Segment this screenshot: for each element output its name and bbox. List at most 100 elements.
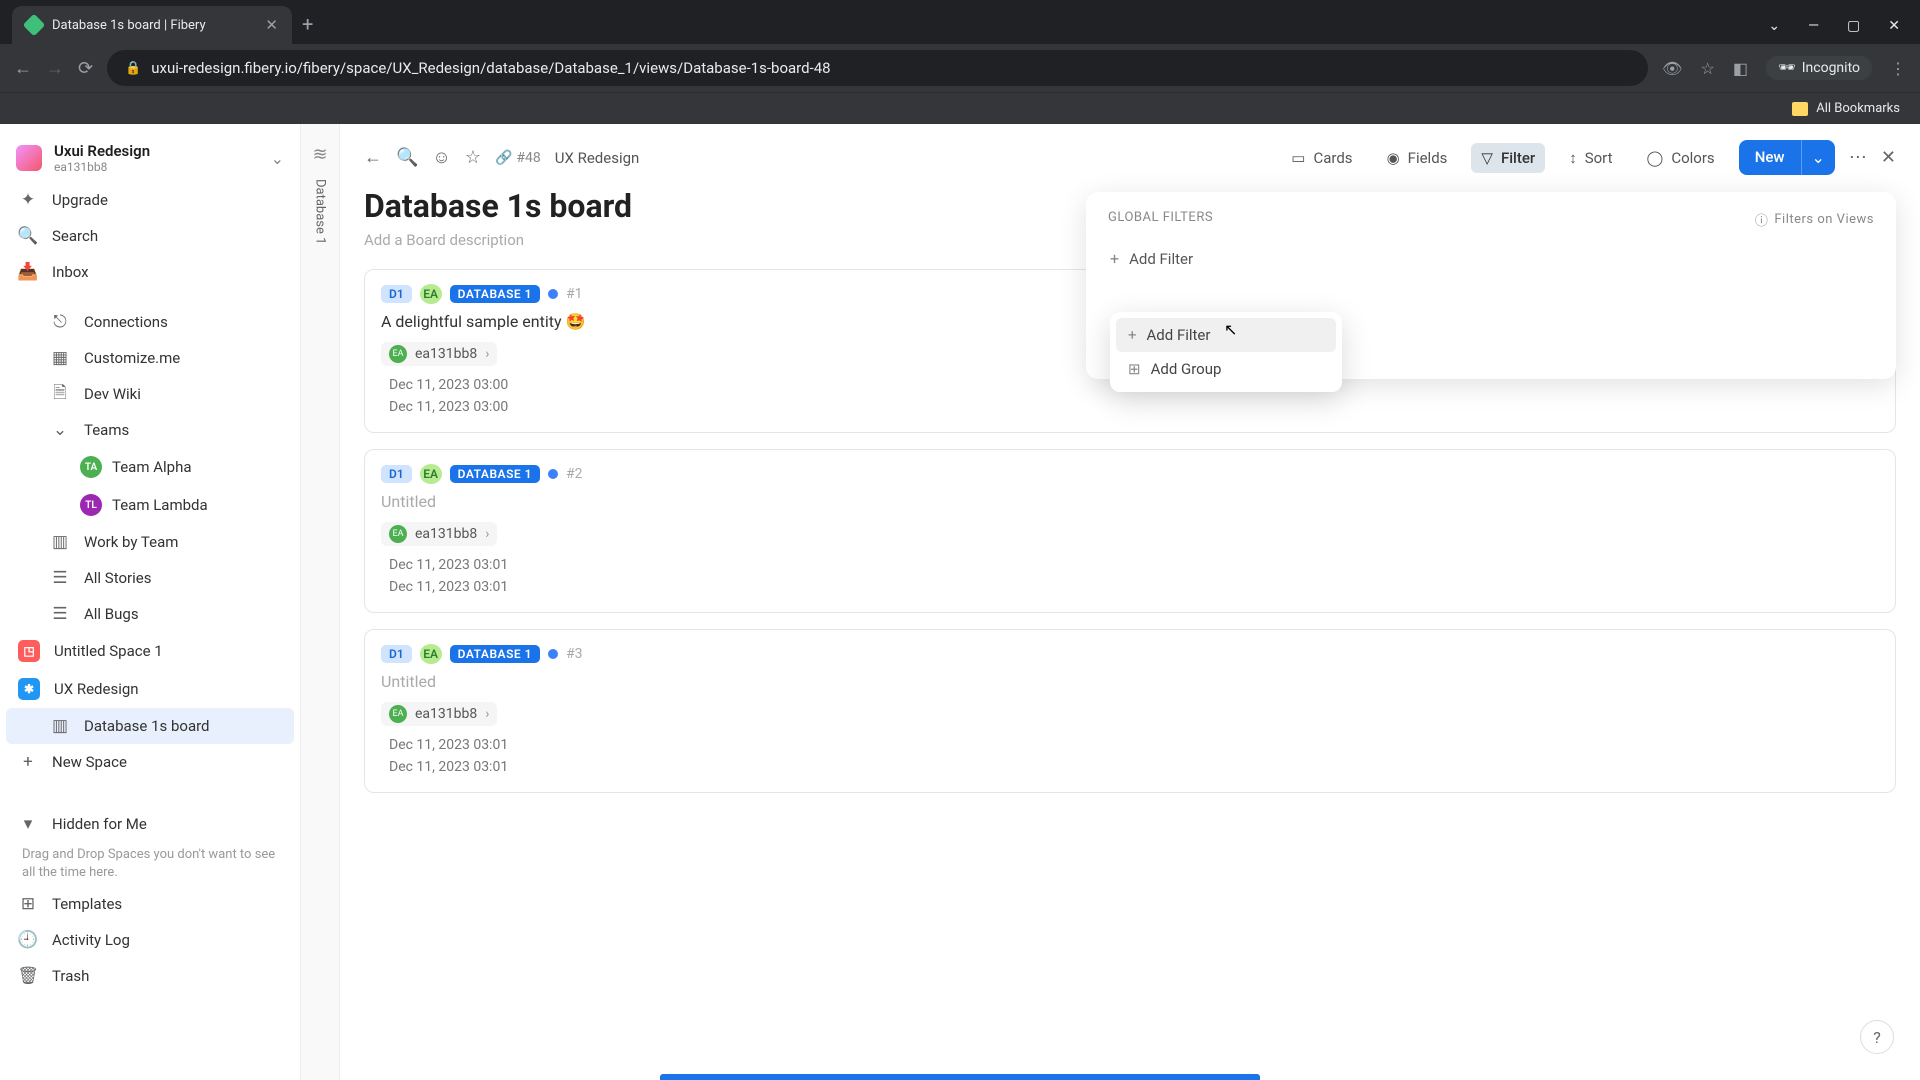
sidebar-db1-board[interactable]: ▥Database 1s board	[6, 708, 294, 744]
browser-tab[interactable]: Database 1s board | Fibery ✕	[12, 6, 292, 44]
new-button[interactable]: New	[1739, 140, 1801, 175]
dropdown-icon[interactable]: ⌄	[1768, 18, 1780, 34]
browser-chrome: Database 1s board | Fibery ✕ + ⌄ — ▢ ✕ ←…	[0, 0, 1920, 124]
dropdown-add-group[interactable]: ⊞Add Group	[1116, 352, 1336, 386]
card-date-created: Dec 11, 2023 03:01	[381, 734, 1879, 756]
filter-button[interactable]: ▽Filter	[1471, 143, 1545, 173]
forward-icon[interactable]: →	[46, 58, 64, 79]
new-dropdown[interactable]: ⌄	[1801, 140, 1835, 175]
sidebar-hidden[interactable]: ▾Hidden for Me	[0, 806, 300, 842]
hidden-hint: Drag and Drop Spaces you don't want to s…	[0, 842, 300, 886]
sidebar-customize[interactable]: ▦Customize.me	[0, 340, 300, 376]
card-date-created: Dec 11, 2023 03:01	[381, 554, 1879, 576]
card-assignee[interactable]: EA ea131bb8 ›	[381, 342, 497, 366]
filters-on-views-link[interactable]: ⓘFilters on Views	[1755, 210, 1874, 229]
board-icon: ▥	[50, 532, 70, 552]
dropdown-add-filter[interactable]: +Add Filter	[1116, 318, 1336, 352]
column-label: Database 1	[313, 179, 328, 244]
sidebar: Uxui Redesign ea131bb8 ⌄ ✦Upgrade 🔍Searc…	[0, 124, 300, 1080]
bookmark-folder-icon	[1792, 102, 1808, 116]
minimize-icon[interactable]: —	[1808, 18, 1819, 34]
incognito-badge[interactable]: 🕶 Incognito	[1766, 56, 1872, 80]
emoji-button[interactable]: ☺	[432, 147, 450, 168]
main-content: ← 🔍 ☺ ☆ 🔗#48 UX Redesign ▭Cards ◉Fields …	[340, 124, 1920, 1080]
board-card[interactable]: D1 EA DATABASE 1 #2 Untitled EA ea131bb8…	[364, 449, 1896, 613]
sidebar-untitled-space[interactable]: ◳Untitled Space 1	[0, 632, 300, 670]
sidebar-inbox[interactable]: 📥Inbox	[0, 254, 300, 290]
tag-d1: D1	[381, 465, 412, 483]
tag-database: DATABASE 1	[450, 645, 540, 663]
trash-icon: 🗑	[18, 966, 38, 986]
clock-icon: 🕘	[18, 930, 38, 950]
sidebar-work-by-team[interactable]: ▥Work by Team	[0, 524, 300, 560]
card-title: Untitled	[381, 492, 1879, 511]
close-button[interactable]: ✕	[1881, 147, 1896, 168]
tag-ea-icon: EA	[420, 284, 442, 304]
chevron-right-icon: ›	[485, 706, 489, 722]
workspace-switcher[interactable]: Uxui Redesign ea131bb8 ⌄	[0, 134, 300, 182]
filter-panel-heading: GLOBAL FILTERS	[1108, 210, 1213, 229]
star-button[interactable]: ☆	[465, 147, 481, 168]
sort-button[interactable]: ↕Sort	[1559, 143, 1622, 173]
workspace-avatar-icon	[16, 145, 42, 171]
all-bookmarks[interactable]: All Bookmarks	[1816, 101, 1900, 116]
cards-button[interactable]: ▭Cards	[1281, 143, 1362, 173]
card-assignee[interactable]: EA ea131bb8 ›	[381, 522, 497, 546]
back-icon[interactable]: ←	[14, 58, 32, 79]
tag-database: DATABASE 1	[450, 285, 540, 303]
team-avatar-icon: TA	[80, 456, 102, 478]
fields-button[interactable]: ◉Fields	[1377, 143, 1458, 173]
sidebar-ux-redesign[interactable]: ✱UX Redesign	[0, 670, 300, 708]
address-bar[interactable]: 🔒 uxui-redesign.fibery.io/fibery/space/U…	[107, 50, 1648, 86]
sort-icon: ↕	[1569, 149, 1577, 167]
extensions-icon[interactable]: ◧	[1733, 59, 1748, 78]
sidebar-activity[interactable]: 🕘Activity Log	[0, 922, 300, 958]
chevron-right-icon: ›	[485, 526, 489, 542]
doc-icon: 🗎	[50, 384, 70, 404]
maximize-icon[interactable]: ▢	[1847, 18, 1860, 34]
sidebar-devwiki[interactable]: 🗎Dev Wiki	[0, 376, 300, 412]
reload-icon[interactable]: ⟳	[78, 58, 93, 79]
status-dot-icon	[548, 289, 558, 299]
breadcrumb[interactable]: UX Redesign	[555, 149, 640, 167]
close-window-icon[interactable]: ✕	[1888, 18, 1900, 34]
more-button[interactable]: ⋯	[1849, 147, 1867, 168]
sidebar-team-lambda[interactable]: TLTeam Lambda	[0, 486, 300, 524]
stack-icon: ≋	[312, 144, 327, 165]
card-date-modified: Dec 11, 2023 03:01	[381, 756, 1879, 778]
tag-ea-icon: EA	[420, 644, 442, 664]
filter-dropdown: +Add Filter ⊞Add Group	[1110, 312, 1342, 392]
back-button[interactable]: ←	[364, 147, 382, 168]
board-card[interactable]: D1 EA DATABASE 1 #3 Untitled EA ea131bb8…	[364, 629, 1896, 793]
search-button[interactable]: 🔍	[396, 147, 418, 168]
plus-icon: +	[18, 752, 38, 772]
search-icon: 🔍	[18, 226, 38, 246]
entity-id[interactable]: 🔗#48	[495, 150, 541, 166]
card-assignee[interactable]: EA ea131bb8 ›	[381, 702, 497, 726]
close-tab-icon[interactable]: ✕	[265, 16, 278, 34]
sidebar-all-bugs[interactable]: ☰All Bugs	[0, 596, 300, 632]
user-avatar-icon: EA	[389, 525, 407, 543]
card-number: #2	[566, 466, 583, 482]
colors-button[interactable]: ◯Colors	[1637, 143, 1725, 173]
sidebar-upgrade[interactable]: ✦Upgrade	[0, 182, 300, 218]
sidebar-search[interactable]: 🔍Search	[0, 218, 300, 254]
sidebar-teams[interactable]: ⌄Teams	[0, 412, 300, 448]
add-filter-row[interactable]: +Add Filter	[1108, 243, 1874, 274]
card-number: #3	[566, 646, 583, 662]
help-fab[interactable]: ?	[1860, 1020, 1894, 1054]
column-strip[interactable]: ≋ Database 1	[300, 124, 340, 1080]
sidebar-new-space[interactable]: +New Space	[0, 744, 300, 780]
new-tab-button[interactable]: +	[302, 12, 313, 36]
menu-icon[interactable]: ⋮	[1890, 59, 1906, 78]
tag-database: DATABASE 1	[450, 465, 540, 483]
sidebar-connections[interactable]: ⎋Connections	[0, 304, 300, 340]
sidebar-trash[interactable]: 🗑Trash	[0, 958, 300, 994]
templates-icon: ⊞	[18, 894, 38, 914]
sidebar-all-stories[interactable]: ☰All Stories	[0, 560, 300, 596]
eye-off-icon[interactable]: 👁	[1662, 59, 1682, 78]
star-icon[interactable]: ☆	[1700, 59, 1714, 78]
sidebar-templates[interactable]: ⊞Templates	[0, 886, 300, 922]
sidebar-team-alpha[interactable]: TATeam Alpha	[0, 448, 300, 486]
chevron-down-icon: ▾	[18, 814, 38, 834]
